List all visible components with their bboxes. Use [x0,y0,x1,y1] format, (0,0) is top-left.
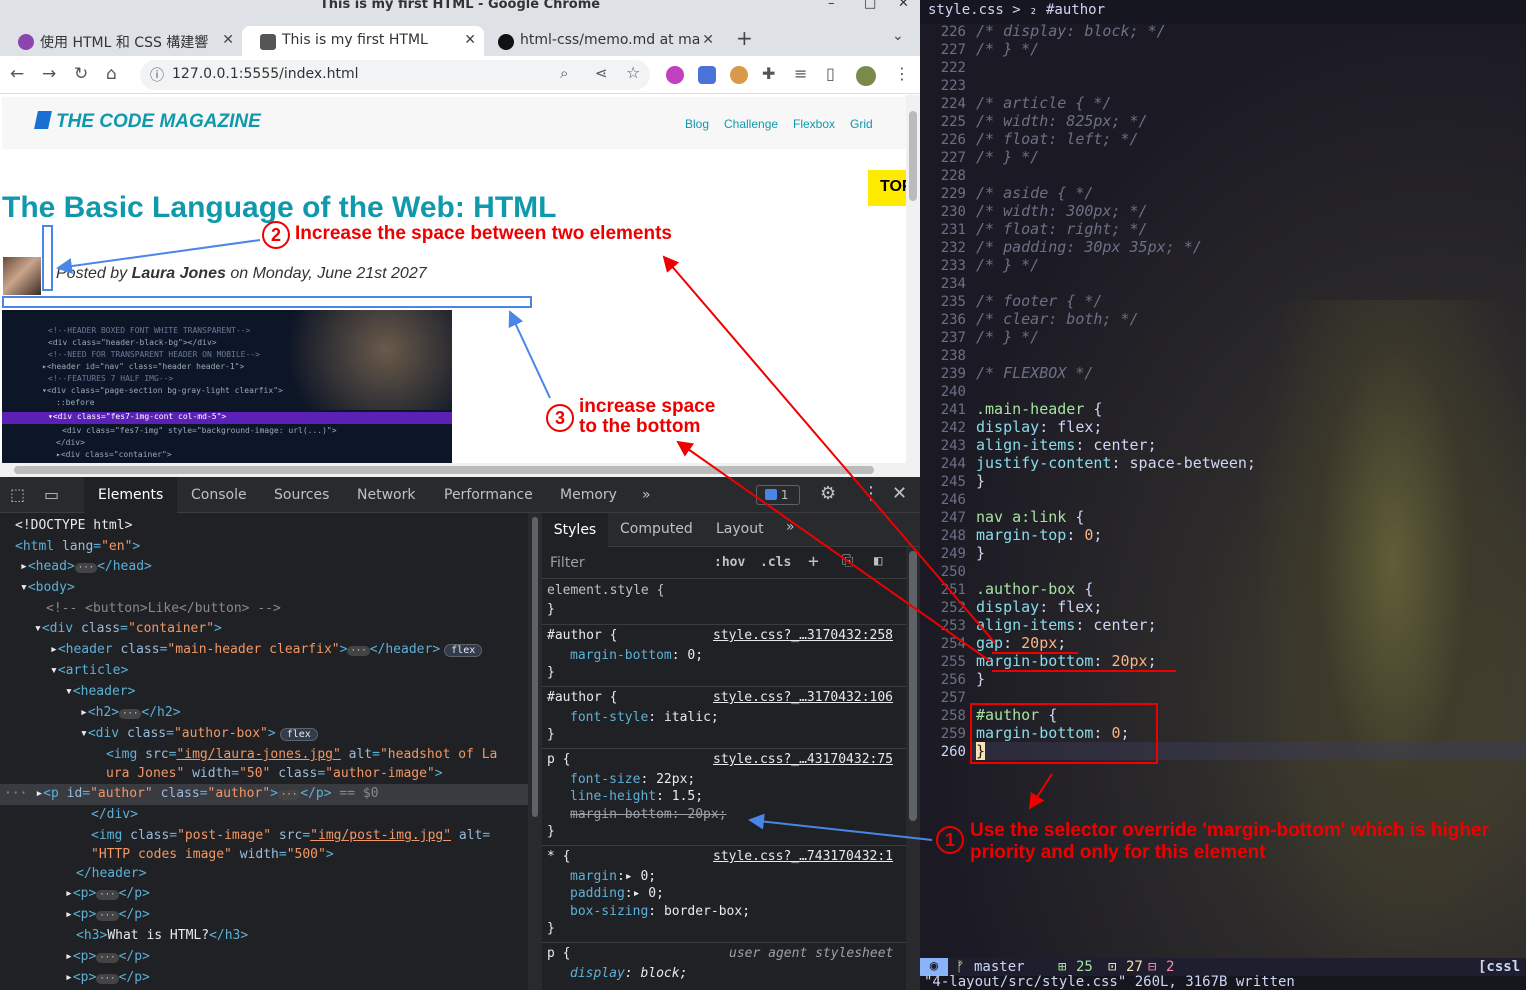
annotation-3-marker: 3 [546,404,574,432]
annotation-1: Use the selector override 'margin-bottom… [970,820,1489,863]
annotation-3: increase space to the bottom [579,396,716,437]
annotation-2-marker: 2 [262,221,290,249]
annotation-2: Increase the space between two elements [295,223,672,244]
annotation-1-marker: 1 [936,826,964,854]
